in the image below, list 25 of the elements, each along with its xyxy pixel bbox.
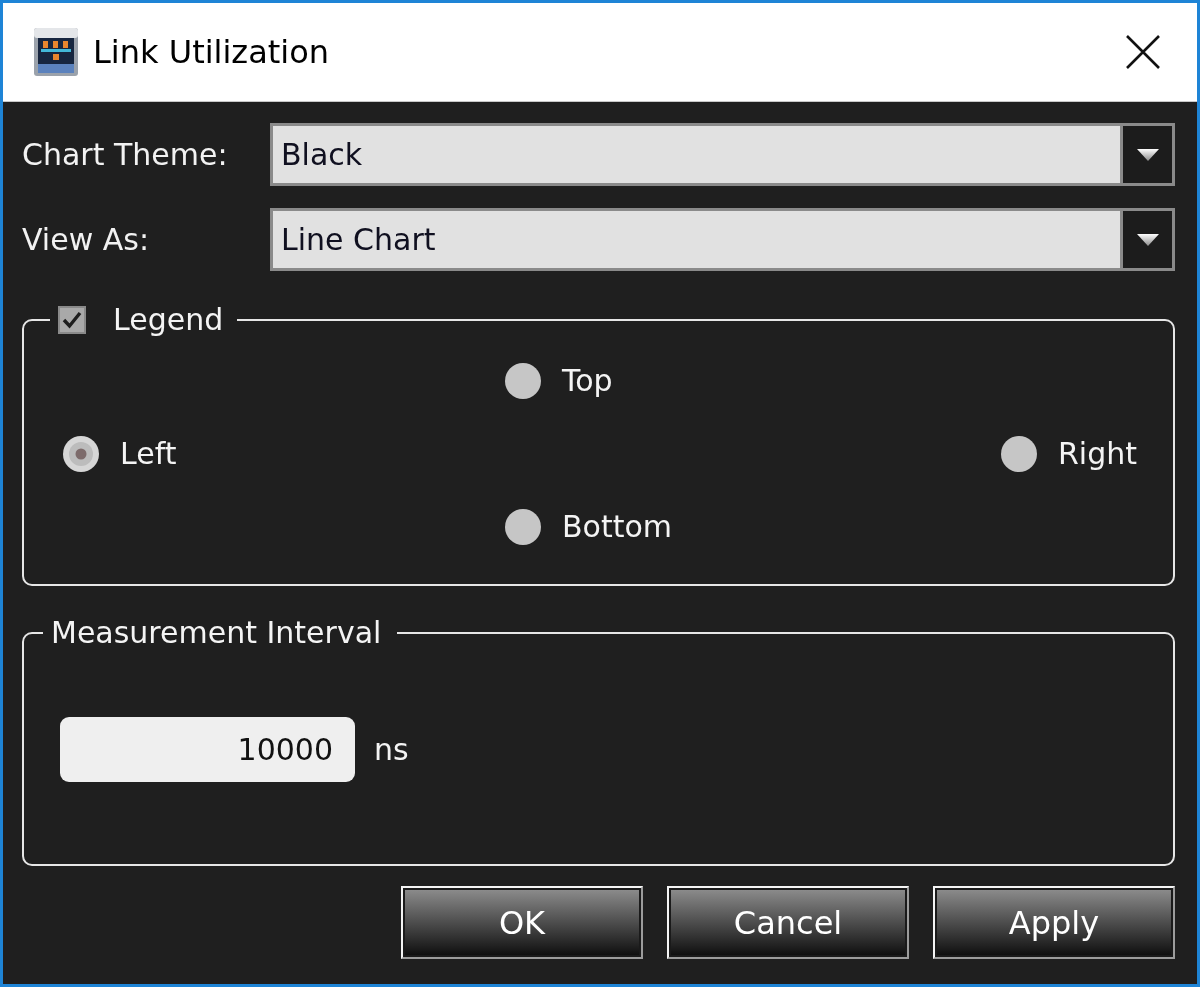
close-icon	[1126, 35, 1160, 69]
radio-button[interactable]	[1001, 435, 1037, 472]
dialog-button[interactable]: OK	[401, 886, 643, 959]
window-title: Link Utilization	[93, 33, 330, 71]
dropdown[interactable]: Black	[270, 123, 1175, 186]
checkbox[interactable]	[58, 306, 86, 334]
caret-icon	[1137, 148, 1159, 161]
unit-label: ns	[374, 732, 409, 767]
caret-icon	[1137, 233, 1159, 246]
app-icon	[33, 27, 79, 77]
option-label: Left	[120, 436, 177, 471]
option-label: Bottom	[562, 509, 673, 544]
dropdown[interactable]: Line Chart	[270, 208, 1175, 271]
field-label: Chart Theme:	[22, 137, 229, 172]
dialog-button[interactable]: Apply	[933, 886, 1175, 959]
option-label: Right	[1058, 436, 1137, 471]
input-field[interactable]: 10000	[60, 717, 355, 782]
field-label: View As:	[22, 222, 150, 257]
checkbox-label: Legend	[113, 302, 224, 338]
radio-button[interactable]	[63, 435, 99, 472]
group-title: Measurement Interval	[51, 615, 382, 651]
dialog-button[interactable]: Cancel	[667, 886, 909, 959]
option-label: Top	[562, 363, 613, 398]
radio-button[interactable]	[505, 508, 541, 545]
radio-button[interactable]	[505, 362, 541, 399]
